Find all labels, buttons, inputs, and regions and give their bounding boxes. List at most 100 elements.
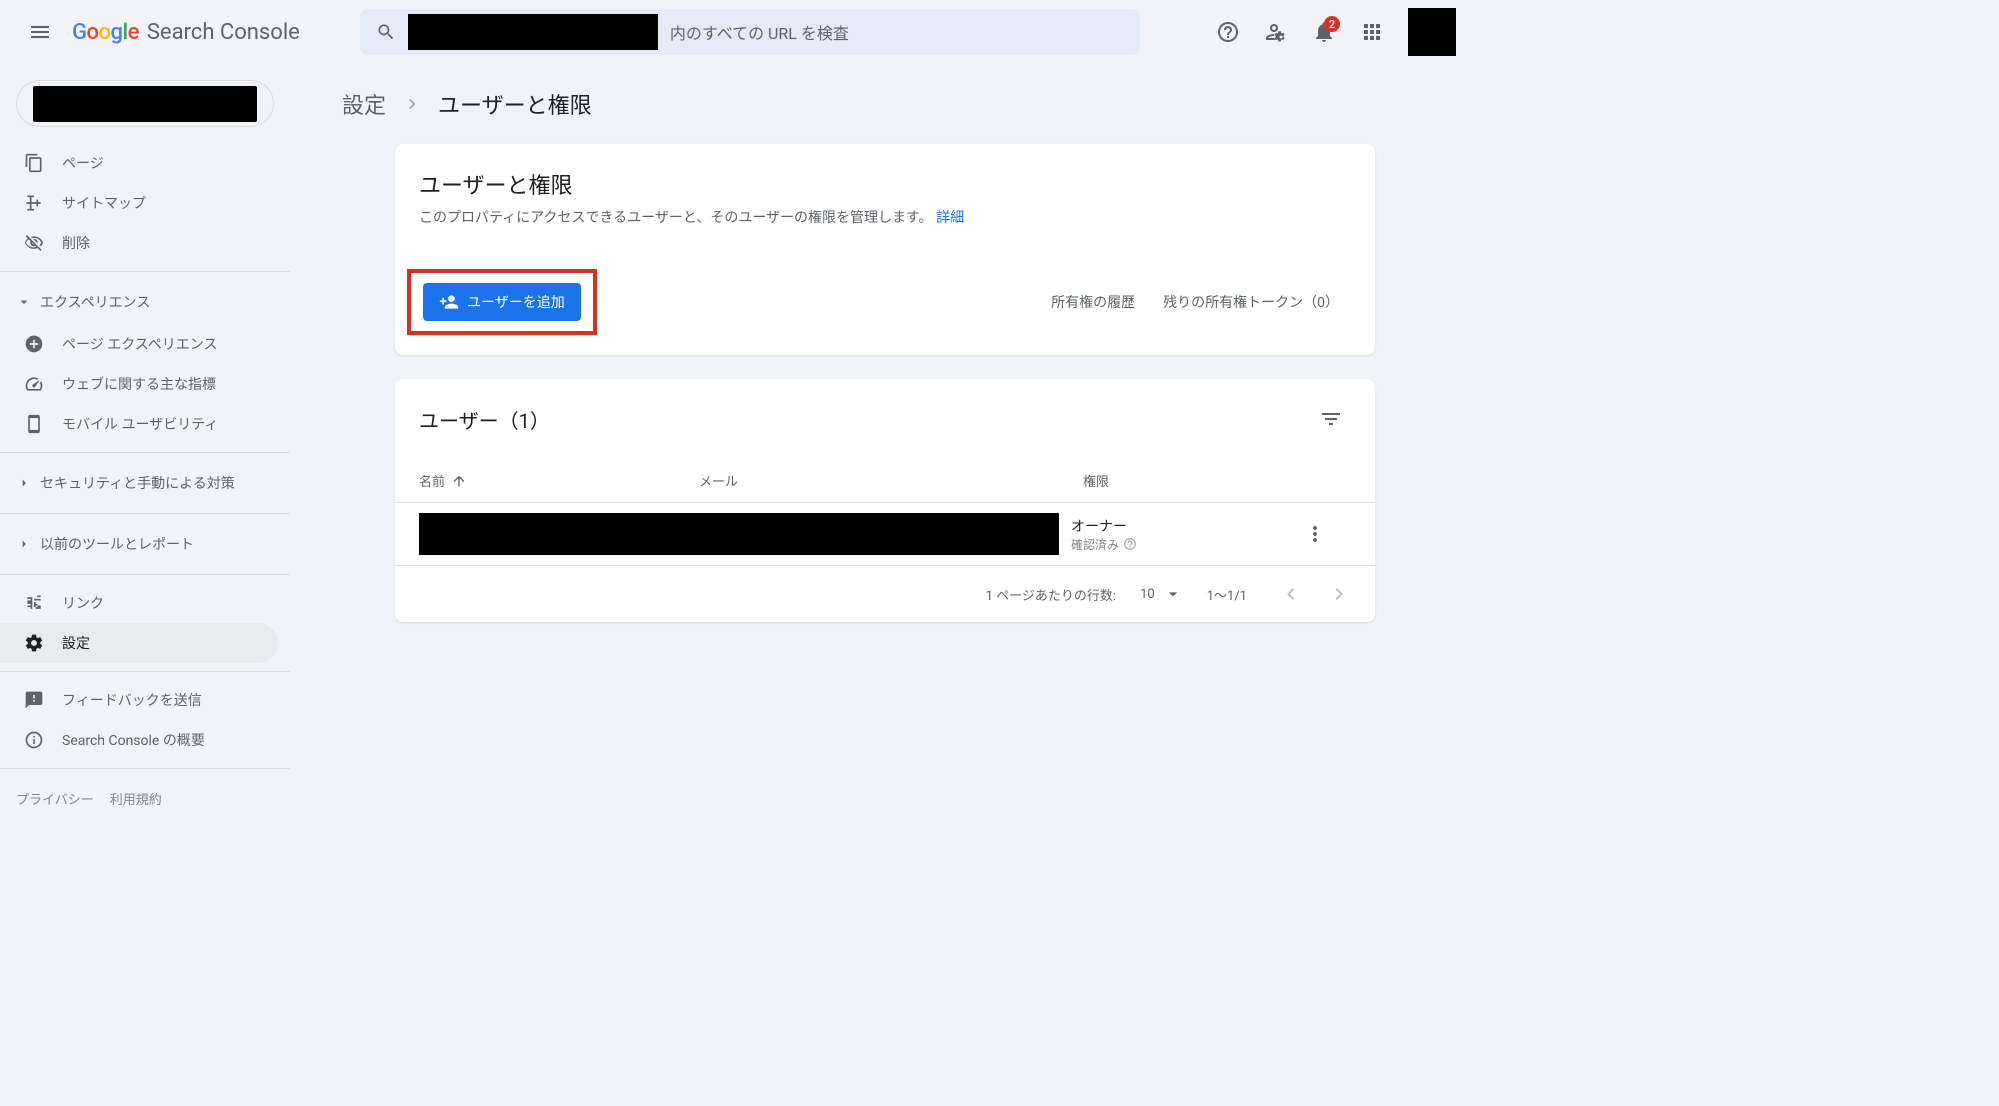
permission-cell: オーナー 確認済み [1071,516,1291,553]
redacted-property-name [33,86,257,122]
help-button[interactable] [1208,12,1248,52]
divider [0,574,290,575]
property-selector[interactable] [16,80,274,127]
account-settings-button[interactable] [1256,12,1296,52]
filter-button[interactable] [1311,399,1351,439]
redacted-property [408,14,658,50]
chevron-left-icon [1279,582,1303,606]
sidebar-item-removals[interactable]: 削除 [0,223,278,263]
info-icon [24,730,44,750]
section-label: エクスペリエンス [40,292,150,312]
sidebar-item-page-experience[interactable]: ページ エクスペリエンス [0,324,278,364]
breadcrumb-parent[interactable]: 設定 [342,88,386,120]
sidebar-label: 削除 [62,233,90,253]
sidebar-item-settings[interactable]: 設定 [0,623,278,663]
smartphone-icon [24,414,44,434]
card-description: このプロパティにアクセスできるユーザーと、そのユーザーの権限を管理します。 詳細 [419,208,1351,229]
logo[interactable]: Google Search Console [72,20,300,45]
permission-status: 確認済み [1071,536,1291,553]
help-icon [1216,20,1240,44]
sidebar-footer: プライバシー 利用規約 [0,777,290,820]
permission-label: オーナー [1071,516,1291,536]
search-placeholder-suffix: 内のすべての URL を検査 [670,20,849,44]
button-label: ユーザーを追加 [467,292,565,312]
sidebar-item-web-vitals[interactable]: ウェブに関する主な指標 [0,364,278,404]
link-tree-icon [24,593,44,613]
ownership-tokens-link[interactable]: 残りの所有権トークン（0） [1151,284,1351,320]
person-gear-icon [1264,20,1288,44]
sidebar-item-mobile-usability[interactable]: モバイル ユーザビリティ [0,404,278,444]
divider [0,513,290,514]
sidebar-label: Search Console の概要 [62,730,205,750]
hamburger-icon [28,20,52,44]
chevron-right-icon [1327,582,1351,606]
sidebar-item-about[interactable]: Search Console の概要 [0,720,278,760]
table-title: ユーザー（1） [419,405,550,434]
sidebar-label: 設定 [62,633,90,653]
person-add-icon [439,292,459,312]
sidebar-label: ウェブに関する主な指標 [62,374,216,394]
section-label: 以前のツールとレポート [40,534,194,554]
sidebar: ページ サイトマップ 削除 エクスペリエンス ページ エクスペリエンス ウェブに… [0,64,290,820]
pager-rows-select[interactable]: 10 [1140,584,1183,604]
ownership-history-link[interactable]: 所有権の履歴 [1039,284,1147,320]
chevron-right-icon [16,475,32,491]
sitemap-icon [24,193,44,213]
pager-next-button[interactable] [1319,574,1359,614]
account-avatar[interactable] [1408,8,1456,56]
col-header-permission[interactable]: 権限 [1083,471,1303,490]
sidebar-label: モバイル ユーザビリティ [62,414,218,434]
sidebar-label: ページ [62,153,104,173]
breadcrumb-current: ユーザーと権限 [438,88,592,120]
header-actions: 2 [1208,8,1464,56]
redacted-user-info [419,513,1059,555]
main-content: 設定 ユーザーと権限 ユーザーと権限 このプロパティにアクセスできるユーザーと、… [290,64,1480,820]
speed-icon [24,374,44,394]
pager-range: 1～1/1 [1207,585,1247,604]
feedback-icon [24,690,44,710]
divider [0,452,290,453]
sidebar-item-feedback[interactable]: フィードバックを送信 [0,680,278,720]
circle-plus-icon [24,334,44,354]
add-user-button[interactable]: ユーザーを追加 [423,283,581,321]
users-permissions-card: ユーザーと権限 このプロパティにアクセスできるユーザーと、そのユーザーの権限を管… [395,144,1375,355]
col-header-mail[interactable]: メール [699,471,1083,490]
sidebar-label: サイトマップ [62,193,146,213]
divider [0,671,290,672]
row-menu-button[interactable] [1295,514,1335,554]
help-icon[interactable] [1123,537,1137,551]
sidebar-section-security[interactable]: セキュリティと手動による対策 [0,461,290,505]
pager-rows-label: 1 ページあたりの行数: [986,585,1116,604]
google-logo-text: Google [72,20,139,45]
menu-toggle-button[interactable] [16,8,64,56]
app-header: Google Search Console 内のすべての URL を検査 2 [0,0,1480,64]
sidebar-section-experience[interactable]: エクスペリエンス [0,280,290,324]
sidebar-item-pages[interactable]: ページ [0,143,278,183]
chevron-right-icon [16,536,32,552]
privacy-link[interactable]: プライバシー [16,789,94,808]
sidebar-item-sitemaps[interactable]: サイトマップ [0,183,278,223]
section-label: セキュリティと手動による対策 [40,473,235,493]
breadcrumb: 設定 ユーザーと権限 [338,88,1432,120]
sidebar-label: ページ エクスペリエンス [62,334,218,354]
filter-icon [1319,407,1343,431]
col-header-name[interactable]: 名前 [419,471,699,490]
search-icon [376,22,396,42]
table-column-headers: 名前 メール 権限 [395,459,1375,503]
apps-button[interactable] [1352,12,1392,52]
notification-badge: 2 [1324,16,1340,32]
pages-icon [24,153,44,173]
sidebar-section-legacy[interactable]: 以前のツールとレポート [0,522,290,566]
users-table-card: ユーザー（1） 名前 メール 権限 オーナー 確認済み [395,379,1375,622]
terms-link[interactable]: 利用規約 [110,789,162,808]
sidebar-item-links[interactable]: リンク [0,583,278,623]
details-link[interactable]: 詳細 [936,210,964,226]
chevron-down-icon [1163,584,1183,604]
table-row: オーナー 確認済み [395,503,1375,566]
notifications-button[interactable]: 2 [1304,12,1344,52]
pager-prev-button[interactable] [1271,574,1311,614]
search-bar[interactable]: 内のすべての URL を検査 [360,9,1140,55]
chevron-down-icon [16,294,32,310]
chevron-right-icon [402,94,422,114]
gear-icon [24,633,44,653]
